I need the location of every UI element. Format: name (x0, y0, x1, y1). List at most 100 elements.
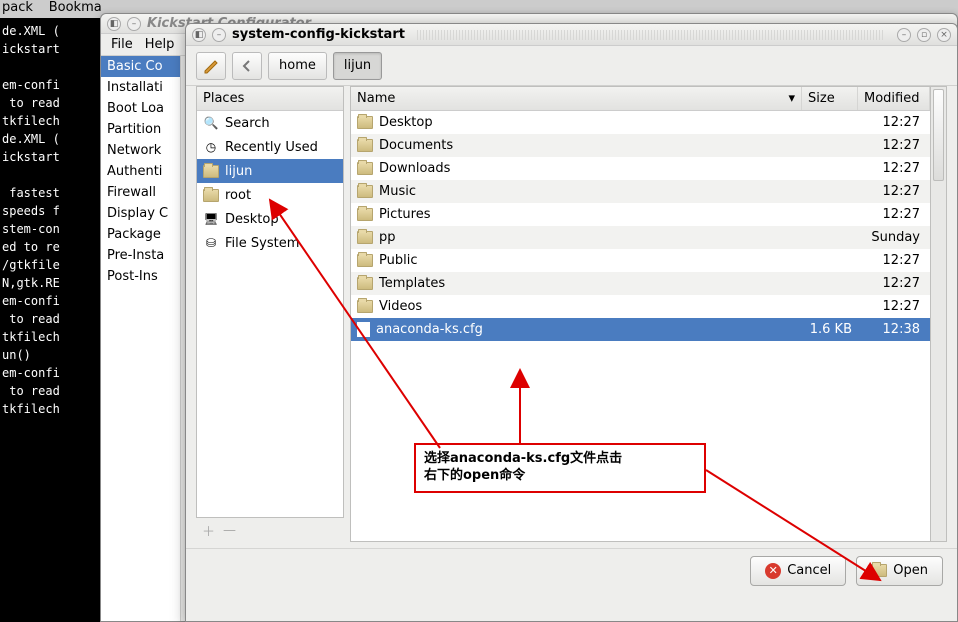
places-item[interactable]: ⛁File System (197, 231, 343, 255)
places-item-label: Search (225, 116, 270, 131)
open-button[interactable]: Open (856, 556, 943, 586)
file-name: Documents (379, 138, 453, 153)
kickstart-sidebar: Basic Co Installati Boot Loa Partition N… (101, 56, 181, 621)
places-item-label: Desktop (225, 212, 279, 227)
path-label: home (279, 58, 316, 73)
places-item[interactable]: root (197, 183, 343, 207)
window-menu-icon[interactable]: ◧ (107, 17, 121, 31)
places-item[interactable]: 🖥 Desktop (197, 207, 343, 231)
file-modified: 12:38 (858, 322, 930, 337)
places-item[interactable]: lijun (197, 159, 343, 183)
file-dialog-title: system-config-kickstart (232, 27, 405, 42)
folder-icon (357, 231, 373, 244)
sidebar-item-postinstall[interactable]: Post-Ins (101, 266, 180, 287)
file-row[interactable]: Videos 12:27 (351, 295, 930, 318)
file-modified: 12:27 (858, 184, 930, 199)
places-item-label: File System (225, 236, 299, 251)
taskbar-back[interactable]: pack (2, 0, 33, 15)
sidebar-item-package[interactable]: Package (101, 224, 180, 245)
sort-indicator-icon: ▾ (788, 91, 795, 106)
places-item-label: lijun (225, 164, 252, 179)
file-name: Music (379, 184, 416, 199)
file-row[interactable]: Documents 12:27 (351, 134, 930, 157)
file-modified: 12:27 (858, 299, 930, 314)
file-modified: 12:27 (858, 207, 930, 222)
file-row[interactable]: Templates 12:27 (351, 272, 930, 295)
places-header: Places (197, 87, 343, 111)
remove-bookmark-button[interactable]: — (223, 523, 236, 538)
file-row[interactable]: Pictures 12:27 (351, 203, 930, 226)
file-name: Templates (379, 276, 445, 291)
file-modified: 12:27 (858, 253, 930, 268)
path-segment-lijun[interactable]: lijun (333, 52, 382, 80)
sidebar-item-partition[interactable]: Partition (101, 119, 180, 140)
file-row[interactable]: anaconda-ks.cfg1.6 KB12:38 (351, 318, 930, 341)
window-menu-icon[interactable]: ◧ (192, 28, 206, 42)
dialog-button-bar: ✕ Cancel Open (186, 548, 957, 592)
taskbar-bookmarks[interactable]: Bookma (49, 0, 102, 15)
places-item[interactable]: 🔍 Search (197, 111, 343, 135)
file-modified: 12:27 (858, 276, 930, 291)
folder-icon (357, 185, 373, 198)
cancel-icon: ✕ (765, 563, 781, 579)
file-size: 1.6 KB (802, 322, 858, 337)
places-item[interactable]: ◷ Recently Used (197, 135, 343, 159)
annotation-line1: 选择anaconda-ks.cfg文件点击 (424, 451, 696, 468)
menu-help[interactable]: Help (145, 37, 175, 52)
cancel-button[interactable]: ✕ Cancel (750, 556, 846, 586)
places-panel: Places 🔍 Search ◷ Recently Used lijun root 🖥 De… (196, 86, 344, 518)
file-row[interactable]: Public 12:27 (351, 249, 930, 272)
close-button[interactable]: × (937, 28, 951, 42)
annotation-line2: 右下的open命令 (424, 468, 696, 485)
folder-icon (203, 187, 219, 203)
folder-icon (357, 116, 373, 129)
file-dialog: ◧ – system-config-kickstart – ▫ × home l… (185, 23, 958, 622)
file-row[interactable]: Desktop12:27 (351, 111, 930, 134)
annotation-callout: 选择anaconda-ks.cfg文件点击 右下的open命令 (414, 443, 706, 493)
file-name: Pictures (379, 207, 430, 222)
sidebar-item-boot[interactable]: Boot Loa (101, 98, 180, 119)
file-name: Desktop (379, 115, 433, 130)
file-row[interactable]: ppSunday (351, 226, 930, 249)
folder-icon (357, 208, 373, 221)
chevron-left-icon (241, 60, 253, 72)
file-dialog-titlebar[interactable]: ◧ – system-config-kickstart – ▫ × (186, 24, 957, 46)
sidebar-item-network[interactable]: Network (101, 140, 180, 161)
folder-icon (203, 163, 219, 179)
search-icon: 🔍 (203, 115, 219, 131)
open-label: Open (893, 563, 928, 578)
sidebar-item-firewall[interactable]: Firewall (101, 182, 180, 203)
file-row[interactable]: Music 12:27 (351, 180, 930, 203)
edit-path-button[interactable] (196, 52, 226, 80)
minimize-button[interactable]: – (897, 28, 911, 42)
file-list-header: Name ▾ Size Modified (351, 87, 930, 111)
sidebar-item-basic[interactable]: Basic Co (101, 56, 180, 77)
file-name: pp (379, 230, 396, 245)
places-item-label: Recently Used (225, 140, 318, 155)
minimize-icon[interactable]: – (212, 28, 226, 42)
file-row[interactable]: Downloads12:27 (351, 157, 930, 180)
menu-file[interactable]: File (111, 37, 133, 52)
places-item-label: root (225, 188, 251, 203)
add-bookmark-button[interactable]: ＋ (202, 521, 215, 540)
maximize-button[interactable]: ▫ (917, 28, 931, 42)
file-modified: 12:27 (858, 161, 930, 176)
col-name[interactable]: Name ▾ (351, 87, 802, 110)
file-icon (357, 322, 370, 337)
places-footer: ＋ — (196, 518, 344, 542)
minimize-icon[interactable]: – (127, 17, 141, 31)
sidebar-item-preinstall[interactable]: Pre-Insta (101, 245, 180, 266)
path-back-button[interactable] (232, 52, 262, 80)
sidebar-item-install[interactable]: Installati (101, 77, 180, 98)
file-modified: 12:27 (858, 138, 930, 153)
col-modified[interactable]: Modified (858, 87, 930, 110)
path-segment-home[interactable]: home (268, 52, 327, 80)
col-size[interactable]: Size (802, 87, 858, 110)
file-list-scrollbar[interactable] (931, 86, 947, 542)
clock-icon: ◷ (203, 139, 219, 155)
desktop-icon: 🖥 (203, 211, 219, 227)
file-name: Public (379, 253, 417, 268)
file-name: Videos (379, 299, 422, 314)
sidebar-item-auth[interactable]: Authenti (101, 161, 180, 182)
sidebar-item-display[interactable]: Display C (101, 203, 180, 224)
